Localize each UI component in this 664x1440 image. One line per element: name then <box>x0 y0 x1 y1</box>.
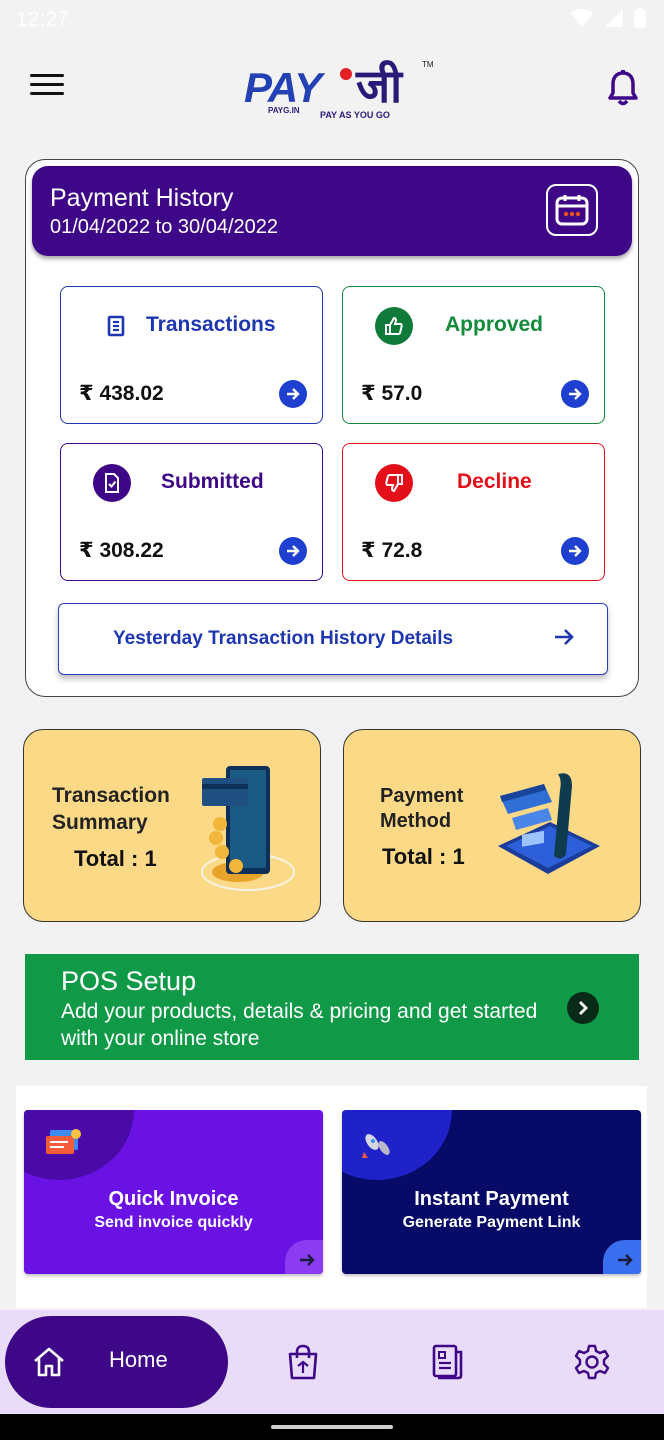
yesterday-history-button[interactable]: Yesterday Transaction History Details <box>58 603 608 675</box>
gesture-bar <box>0 1414 664 1440</box>
payment-method-title: Payment Method <box>380 784 463 834</box>
quick-invoice-subtitle: Send invoice quickly <box>94 1214 253 1231</box>
transactions-card[interactable]: Transactions ₹ 438.02 <box>60 286 323 424</box>
transactions-amount: ₹ 438.02 <box>79 382 164 405</box>
date-range: 01/04/2022 to 30/04/2022 <box>50 216 278 238</box>
transaction-summary-line2: Summary <box>52 811 148 834</box>
submitted-card[interactable]: Submitted ₹ 308.22 <box>60 443 323 581</box>
approved-amount: ₹ 57.0 <box>361 382 423 405</box>
document-check-icon <box>93 464 131 502</box>
yesterday-history-label: Yesterday Transaction History Details <box>113 628 454 649</box>
gesture-handle[interactable] <box>271 1425 393 1429</box>
status-icons <box>570 8 646 28</box>
transactions-label: Transactions <box>146 313 276 336</box>
decline-card[interactable]: Decline ₹ 72.8 <box>342 443 605 581</box>
nav-home[interactable]: Home <box>5 1316 228 1408</box>
thumbs-down-icon <box>375 464 413 502</box>
calendar-button[interactable] <box>546 184 598 236</box>
logo-trademark: TM <box>422 60 434 69</box>
calendar-icon <box>555 195 589 226</box>
payment-method-total: Total : 1 <box>382 844 465 869</box>
logo-dot <box>340 68 352 80</box>
transaction-summary-title: Transaction Summary <box>52 782 170 836</box>
card-blob <box>342 1110 452 1180</box>
top-app-bar: PAY जी TM PAYG.IN PAY AS YOU GO <box>0 44 664 136</box>
instant-payment-title: Instant Payment <box>414 1188 569 1210</box>
status-bar: 12:27 <box>0 0 664 44</box>
instant-payment-card[interactable]: Instant Payment Generate Payment Link <box>342 1110 641 1274</box>
bottom-navigation: Home <box>0 1310 664 1414</box>
arrow-right-icon[interactable] <box>279 537 307 565</box>
payment-method-line1: Payment <box>380 785 464 807</box>
logo-pay-text: PAY <box>244 64 322 111</box>
submitted-label: Submitted <box>161 470 264 493</box>
arrow-right-icon[interactable] <box>285 1240 323 1274</box>
rocket-icon <box>362 1134 390 1158</box>
submitted-amount: ₹ 308.22 <box>79 539 164 562</box>
signal-icon <box>605 9 623 27</box>
instant-payment-subtitle: Generate Payment Link <box>402 1214 581 1231</box>
home-icon <box>34 1347 64 1377</box>
payment-history-header: Payment History 01/04/2022 to 30/04/2022 <box>32 166 632 256</box>
approved-label: Approved <box>445 313 544 336</box>
transaction-summary-line1: Transaction <box>52 784 170 807</box>
nav-home-label: Home <box>109 1347 168 1372</box>
payment-method-tile[interactable]: Payment Method Total : 1 <box>343 729 641 922</box>
invoice-list-icon[interactable] <box>430 1344 464 1380</box>
arrow-right-icon <box>555 629 574 645</box>
decline-label: Decline <box>457 470 532 493</box>
invoice-icon <box>46 1129 81 1154</box>
battery-icon <box>634 8 646 28</box>
arrow-right-icon[interactable] <box>279 380 307 408</box>
approved-card[interactable]: Approved ₹ 57.0 <box>342 286 605 424</box>
logo-domain: PAYG.IN <box>268 106 300 115</box>
pos-setup-title: POS Setup <box>61 966 197 996</box>
arrow-right-icon[interactable] <box>603 1240 641 1274</box>
quick-invoice-title: Quick Invoice <box>108 1188 239 1210</box>
transaction-summary-tile[interactable]: Transaction Summary Total : 1 <box>23 729 321 922</box>
pos-setup-banner[interactable]: POS Setup Add your products, details & p… <box>25 954 639 1060</box>
wifi-icon <box>571 9 593 27</box>
shopping-bag-icon[interactable] <box>286 1344 320 1380</box>
transaction-summary-total: Total : 1 <box>74 846 157 871</box>
card-phone-illustration <box>498 773 600 874</box>
thumbs-up-icon <box>375 307 413 345</box>
chevron-right-icon[interactable] <box>567 992 599 1024</box>
settings-gear-icon[interactable] <box>574 1344 610 1380</box>
payment-history-title: Payment History <box>50 184 234 212</box>
quick-actions-section: Quick Invoice Send invoice quickly Insta… <box>16 1086 647 1308</box>
payji-logo: PAY जी TM PAYG.IN PAY AS YOU GO <box>244 52 434 122</box>
hamburger-menu-icon[interactable] <box>30 74 64 104</box>
decline-amount: ₹ 72.8 <box>361 539 423 562</box>
quick-invoice-card[interactable]: Quick Invoice Send invoice quickly <box>24 1110 323 1274</box>
payment-method-line2: Method <box>380 810 452 832</box>
receipt-icon <box>97 307 135 345</box>
logo-tagline: PAY AS YOU GO <box>320 110 390 120</box>
arrow-right-icon[interactable] <box>561 380 589 408</box>
logo-ji-text: जी <box>356 60 403 112</box>
arrow-right-icon[interactable] <box>561 537 589 565</box>
pos-setup-description: Add your products, details & pricing and… <box>61 1000 538 1050</box>
payment-history-card: Payment History 01/04/2022 to 30/04/2022… <box>25 159 639 697</box>
notification-bell-icon[interactable] <box>608 70 638 106</box>
phone-coins-illustration <box>201 766 295 891</box>
status-time: 12:27 <box>16 8 69 31</box>
